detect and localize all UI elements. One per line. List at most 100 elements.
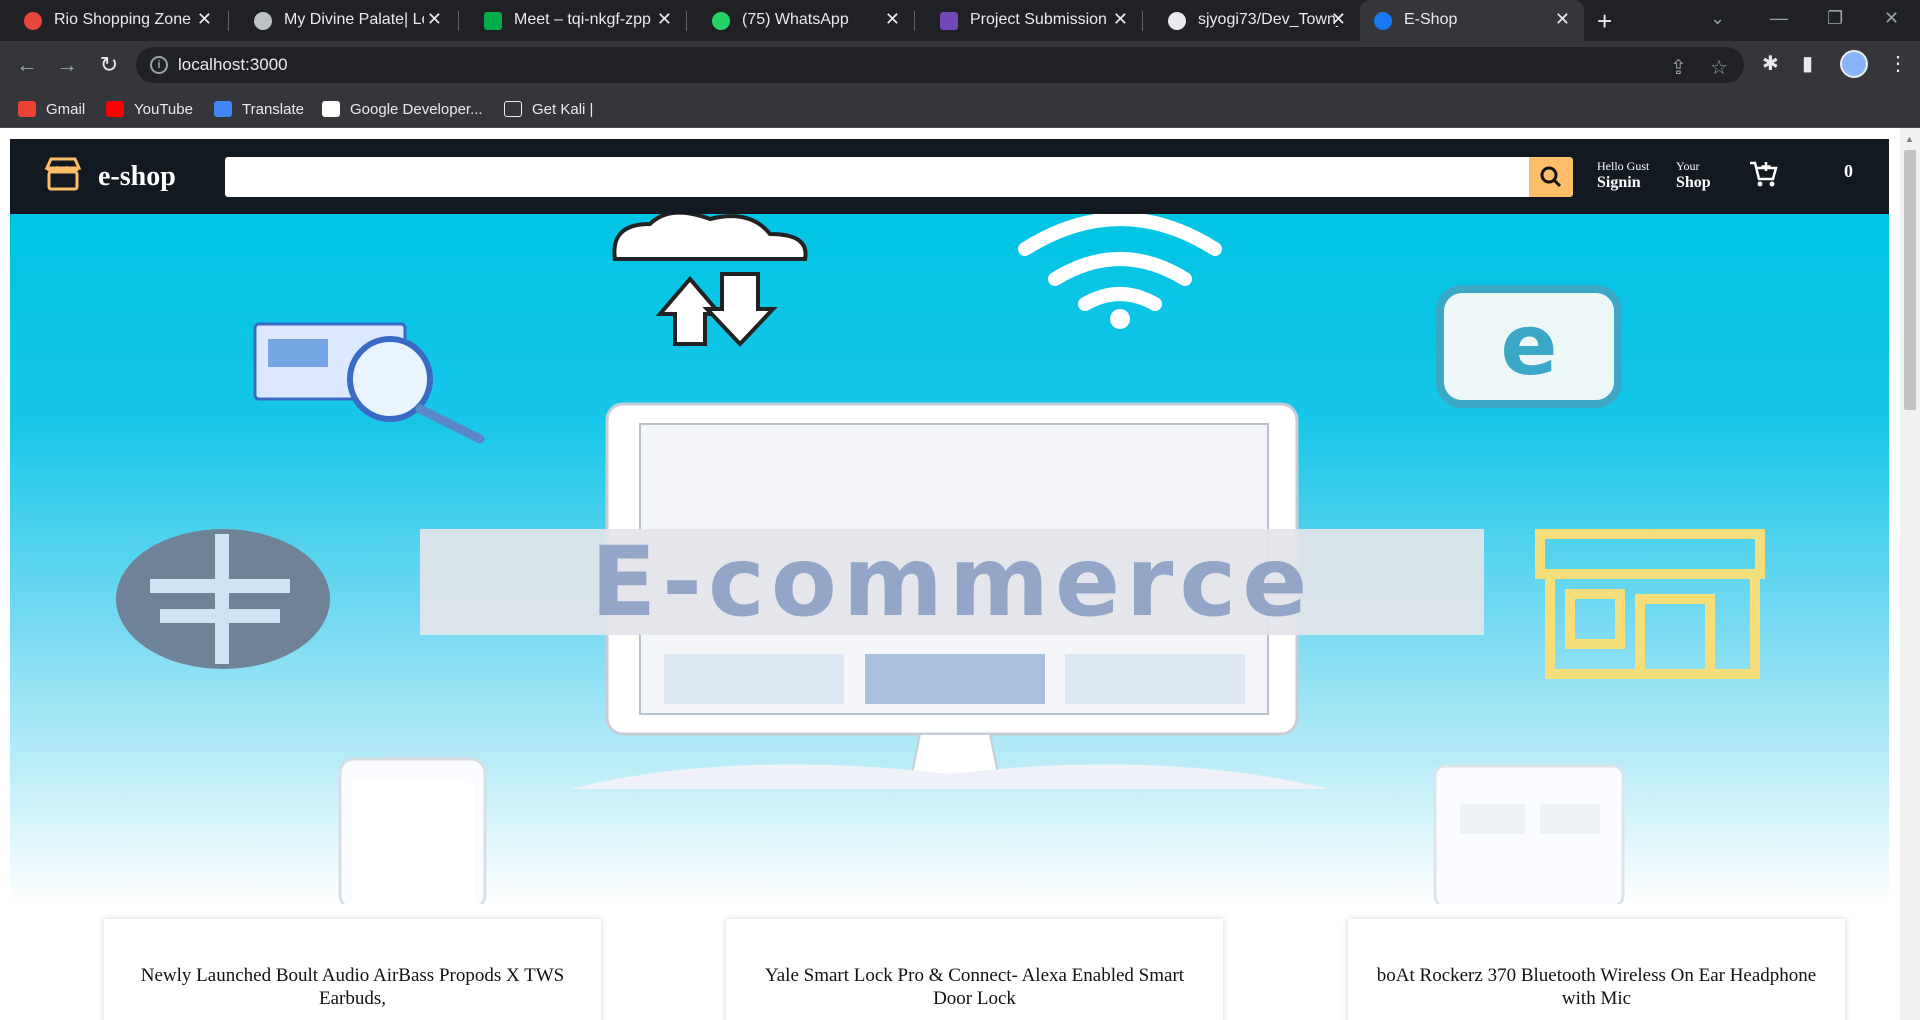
close-icon[interactable]: ✕ <box>885 9 900 30</box>
hero-title-banner: E-commerce <box>420 529 1484 635</box>
tab-strip: Rio Shopping Zone ✕ My Divine Palate| Lo… <box>0 0 1920 41</box>
side-panel-icon[interactable]: ▮ <box>1802 51 1813 76</box>
gmail-icon <box>18 101 36 117</box>
bookmark-label: Gmail <box>46 100 86 118</box>
reload-icon[interactable]: ↻ <box>94 50 124 80</box>
kali-icon <box>504 101 522 117</box>
product-card[interactable]: Yale Smart Lock Pro & Connect- Alexa Ena… <box>726 919 1223 1020</box>
search-input[interactable] <box>225 157 1541 197</box>
upload-download-arrows-icon <box>655 272 778 347</box>
product-title: Newly Launched Boult Audio AirBass Propo… <box>140 965 565 1009</box>
wifi-icon <box>1018 214 1222 311</box>
tab-title: Meet – tqi-nkgf-zpp <box>514 11 651 28</box>
close-icon[interactable]: ✕ <box>197 9 212 30</box>
google-developers-icon <box>322 101 340 117</box>
greeting-text: Hello Gust <box>1597 159 1650 173</box>
bookmark-translate[interactable]: Translate <box>214 96 304 122</box>
svg-text:e: e <box>1501 296 1558 394</box>
tab-title: My Divine Palate| Login <box>284 11 424 28</box>
product-card[interactable]: boAt Rockerz 370 Bluetooth Wireless On E… <box>1348 919 1845 1020</box>
whatsapp-icon <box>712 12 730 30</box>
bookmarks-bar: Gmail YouTube Translate Google Developer… <box>0 90 1920 128</box>
google-forms-icon <box>940 12 958 30</box>
tab-e-shop[interactable]: E-Shop ✕ <box>1360 0 1584 41</box>
signin-text: Signin <box>1597 174 1641 191</box>
scrollbar-thumb[interactable] <box>1904 150 1916 410</box>
bookmark-google-developers[interactable]: Google Developer... <box>322 96 483 122</box>
page-viewport: e-shop Hello Gust Signin Your Shop 0 e E… <box>0 128 1920 1020</box>
bookmark-gmail[interactable]: Gmail <box>18 96 85 122</box>
tab-whatsapp[interactable]: (75) WhatsApp ✕ <box>688 0 914 41</box>
translate-icon <box>214 101 232 117</box>
scroll-up-arrow-icon[interactable]: ▲ <box>1905 134 1914 144</box>
tab-project-submission[interactable]: Project Submission for ✕ <box>916 0 1142 41</box>
site-info-icon[interactable]: i <box>150 56 168 74</box>
page-scrollbar[interactable]: ▲ <box>1900 128 1920 1020</box>
site-logo[interactable]: e-shop <box>98 161 176 193</box>
tab-title: Project Submission for <box>970 11 1110 28</box>
bookmark-label: Translate <box>242 100 304 118</box>
new-tab-plus-icon[interactable]: + <box>1597 6 1612 37</box>
globe-icon <box>254 12 272 30</box>
site-header: e-shop Hello Gust Signin Your Shop 0 <box>10 139 1889 214</box>
window-close-icon[interactable]: ✕ <box>1884 8 1899 29</box>
minimize-icon[interactable]: — <box>1770 8 1788 29</box>
facebook-icon <box>1374 12 1392 30</box>
close-icon[interactable]: ✕ <box>657 9 672 30</box>
back-arrow-icon[interactable]: ← <box>12 50 42 80</box>
hero-banner-image: e E-commerce <box>10 214 1889 904</box>
tab-title: Rio Shopping Zone <box>54 11 191 28</box>
search-button[interactable] <box>1529 157 1573 197</box>
tab-title: E-Shop <box>1404 11 1458 28</box>
bookmark-get-kali[interactable]: Get Kali | <box>504 96 593 122</box>
close-icon[interactable]: ✕ <box>427 9 442 30</box>
restore-icon[interactable]: ❐ <box>1827 8 1843 29</box>
tab-divider <box>686 11 687 31</box>
hero-title: E-commerce <box>590 526 1314 638</box>
signin-option[interactable]: Hello Gust Signin <box>1597 159 1649 192</box>
add-shopping-cart-icon[interactable] <box>1748 159 1778 189</box>
kebab-menu-icon[interactable]: ⋮ <box>1888 51 1908 76</box>
tab-divider <box>1142 11 1143 31</box>
tab-github[interactable]: sjyogi73/Dev_Town_A ✕ <box>1144 0 1360 41</box>
rio-favicon-icon <box>24 12 42 30</box>
your-text: Your <box>1676 159 1700 173</box>
tab-title: (75) WhatsApp <box>742 11 849 28</box>
shop-text: Shop <box>1676 174 1711 191</box>
your-shop-option[interactable]: Your Shop <box>1676 159 1711 192</box>
tab-meet[interactable]: Meet – tqi-nkgf-zpp ✕ <box>460 0 686 41</box>
share-icon[interactable]: ⇪ <box>1670 55 1687 80</box>
cart-count: 0 <box>1844 161 1853 181</box>
tab-rio-shopping-zone[interactable]: Rio Shopping Zone ✕ <box>0 0 226 41</box>
tab-title: sjyogi73/Dev_Town_A <box>1198 11 1338 28</box>
bookmark-label: Get Kali | <box>532 100 594 118</box>
bookmark-label: YouTube <box>134 100 193 118</box>
youtube-icon <box>106 101 124 117</box>
address-bar[interactable]: i localhost:3000 ⇪ ☆ <box>136 47 1744 83</box>
extensions-puzzle-icon[interactable]: ✱ <box>1762 51 1779 76</box>
product-card[interactable]: Newly Launched Boult Audio AirBass Propo… <box>104 919 601 1020</box>
cloud-icon <box>612 214 808 261</box>
storefront-icon <box>1535 529 1765 679</box>
bookmark-star-icon[interactable]: ☆ <box>1710 55 1728 80</box>
close-icon[interactable]: ✕ <box>1555 9 1570 30</box>
browser-search-icon <box>253 322 485 444</box>
browser-toolbar: ← → ↻ i localhost:3000 ⇪ ☆ ✱ ▮ ⋮ <box>0 41 1920 90</box>
google-meet-icon <box>484 12 502 30</box>
url-text: localhost:3000 <box>178 55 288 74</box>
tab-search-chevron-icon[interactable]: ⌄ <box>1710 8 1725 29</box>
tab-my-divine-palate[interactable]: My Divine Palate| Login ✕ <box>230 0 456 41</box>
close-icon[interactable]: ✕ <box>1113 9 1128 30</box>
store-logo-icon[interactable] <box>44 156 82 192</box>
forward-arrow-icon[interactable]: → <box>52 50 82 80</box>
globe-icon <box>116 529 330 669</box>
profile-avatar[interactable] <box>1840 50 1868 78</box>
smartphone-icon <box>338 757 487 904</box>
search-icon <box>1540 166 1562 188</box>
tablet-icon <box>1433 764 1625 904</box>
wifi-dot <box>1110 309 1130 329</box>
tab-divider <box>458 11 459 31</box>
close-icon[interactable]: ✕ <box>1331 9 1346 30</box>
bookmark-youtube[interactable]: YouTube <box>106 96 193 122</box>
github-icon <box>1168 12 1186 30</box>
